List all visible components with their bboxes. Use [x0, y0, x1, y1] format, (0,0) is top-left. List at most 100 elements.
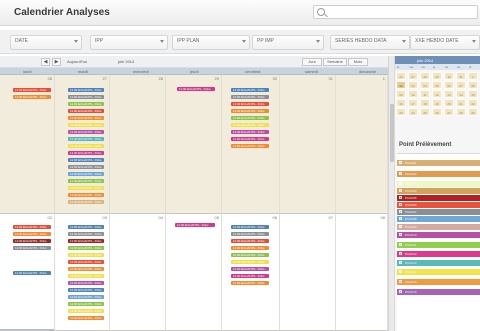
checkbox-icon[interactable] — [399, 172, 402, 175]
legend-item[interactable]: PCAX10 — [397, 232, 480, 238]
event-chip[interactable]: 11:00 ECHANTIL. Pobs — [231, 225, 269, 229]
day-cell[interactable]: 29 — [166, 75, 222, 214]
event-chip[interactable]: 11:00 ECHANTIL. Pobs — [68, 232, 104, 236]
mini-day[interactable]: 13 — [444, 90, 454, 98]
event-chip[interactable]: 11:00 ECHANTIL. Pobs — [68, 179, 104, 183]
mini-day[interactable]: 23 — [396, 108, 406, 116]
legend-item[interactable]: PCAX07 — [397, 209, 480, 215]
event-chip[interactable]: 11:00 ECHANTIL. Pobs — [13, 271, 51, 275]
mini-day[interactable]: 06 — [444, 81, 454, 89]
mini-day[interactable]: 22 — [468, 99, 478, 107]
event-chip[interactable]: 11:00 ECHANTIL. Pobs — [68, 274, 104, 278]
event-chip[interactable]: 11:00 ECHANTIL. Pobs — [231, 274, 269, 278]
event-chip[interactable]: 11:00 ECHANTIL. Pobs — [68, 144, 104, 148]
event-chip[interactable]: 11:00 ECHANTIL. Pobs — [68, 225, 104, 229]
legend-item[interactable]: PCAX15 — [397, 279, 480, 285]
today-button[interactable]: Aujourd'hui — [67, 59, 87, 64]
event-chip[interactable]: 11:00 ECHANTIL. Pobs — [68, 253, 104, 257]
mini-day-selected[interactable]: 02 — [396, 81, 406, 89]
search-input[interactable] — [313, 5, 478, 19]
event-chip[interactable]: 11:00 ECHANTIL. Pobs — [68, 109, 104, 113]
checkbox-icon[interactable] — [399, 182, 402, 185]
event-chip[interactable]: 11:00 ECHANTIL. Pobs — [68, 246, 104, 250]
prev-button[interactable]: ◀ — [41, 58, 50, 66]
event-chip[interactable]: 11:00 ECHANTIL. Pobs — [231, 88, 269, 92]
checkbox-icon[interactable] — [399, 217, 402, 220]
checkbox-icon[interactable] — [399, 233, 402, 236]
event-chip[interactable]: 11:00 ECHANTIL. Pobs — [231, 253, 269, 257]
mini-day[interactable]: 1 — [468, 72, 478, 80]
event-chip[interactable]: 11:00 ECHANTIL. Pobs — [13, 95, 51, 99]
day-cell[interactable]: 07 — [280, 214, 336, 331]
event-chip[interactable]: 11:00 ECHANTIL. Pobs — [68, 302, 104, 306]
event-chip[interactable]: 11:00 ECHANTIL. Pobs — [68, 260, 104, 264]
filter-series-hebdo-data[interactable]: SERIES HEBDO DATA — [330, 35, 410, 50]
event-chip[interactable]: 11:00 ECHANTIL. Pobs — [68, 295, 104, 299]
legend-item[interactable]: PCAX01 — [397, 160, 480, 166]
mini-day[interactable]: 19 — [432, 99, 442, 107]
day-cell[interactable]: 04 — [110, 214, 166, 331]
event-chip[interactable]: 11:00 ECHANTIL. Pobs — [231, 260, 269, 264]
event-chip[interactable]: 11:00 ECHANTIL. Pobs — [231, 130, 269, 134]
checkbox-icon[interactable] — [399, 270, 402, 273]
checkbox-icon[interactable] — [399, 196, 402, 199]
checkbox-icon[interactable] — [399, 161, 402, 164]
checkbox-icon[interactable] — [399, 203, 402, 206]
mini-day[interactable]: 18 — [420, 99, 430, 107]
event-chip[interactable]: 11:00 ECHANTIL. Pobs — [231, 95, 269, 99]
legend-item[interactable]: PCAX05 — [397, 195, 480, 201]
mini-day[interactable]: 29 — [432, 72, 442, 80]
mini-day[interactable]: 09 — [396, 90, 406, 98]
checkbox-icon[interactable] — [399, 261, 402, 264]
event-chip[interactable]: 11:00 ECHANTIL. Pobs — [13, 225, 51, 229]
mini-day[interactable]: 27 — [444, 108, 454, 116]
mini-day[interactable]: 11 — [420, 90, 430, 98]
legend-item[interactable]: PCAX16 — [397, 289, 480, 295]
event-chip[interactable]: 11:00 ECHANTIL. Pobs — [68, 288, 104, 292]
legend-item[interactable]: PCAX13 — [397, 260, 480, 266]
day-cell[interactable]: 31 — [280, 75, 336, 214]
mini-day[interactable]: 25 — [420, 108, 430, 116]
filter-ipp-plan[interactable]: IPP PLAN — [172, 35, 250, 50]
mini-day[interactable]: 08 — [468, 81, 478, 89]
event-chip[interactable]: 11:00 ECHANTIL. Pobs — [68, 316, 104, 320]
next-button[interactable]: ▶ — [52, 58, 61, 66]
legend-item[interactable]: PCAX09 — [397, 224, 480, 230]
checkbox-icon[interactable] — [399, 225, 402, 228]
mini-day[interactable]: 14 — [456, 90, 466, 98]
event-chip[interactable]: 11:00 ECHANTIL. Pobs — [231, 267, 269, 271]
month-view-button[interactable]: Mois — [348, 58, 368, 66]
legend-item[interactable]: PCAX03 — [397, 181, 480, 187]
event-chip[interactable]: 11:00 ECHANTIL. Pobs — [231, 123, 269, 127]
event-chip[interactable]: 11:00 ECHANTIL. Pobs — [231, 116, 269, 120]
event-chip[interactable]: 11:00 ECHANTIL. Pobs — [231, 239, 269, 243]
mini-day[interactable]: 16 — [396, 99, 406, 107]
legend-item[interactable]: PCAX04 — [397, 188, 480, 194]
filter-xxe-hebdo-date[interactable]: XXE HEBDO DATE — [410, 35, 480, 50]
mini-day[interactable]: 29 — [468, 108, 478, 116]
checkbox-icon[interactable] — [399, 243, 402, 246]
event-chip[interactable]: 11:00 ECHANTIL. Pobs — [68, 281, 104, 285]
event-chip[interactable]: 11:00 ECHANTIL. Pobs — [68, 193, 104, 197]
day-cell[interactable]: 1 — [336, 75, 388, 214]
mini-day[interactable]: 26 — [396, 72, 406, 80]
day-cell[interactable]: 28 — [110, 75, 166, 214]
event-chip[interactable]: 11:00 ECHANTIL. Pobs — [68, 158, 104, 162]
mini-day[interactable]: 27 — [408, 72, 418, 80]
legend-item[interactable]: PCAX08 — [397, 216, 480, 222]
mini-day[interactable]: 21 — [456, 99, 466, 107]
event-chip[interactable]: 11:00 ECHANTIL. Pobs — [68, 267, 104, 271]
event-chip[interactable]: 11:00 ECHANTIL. Pobs — [68, 123, 104, 127]
event-chip[interactable]: 11:00 ECHANTIL. Pobs — [231, 281, 269, 285]
checkbox-icon[interactable] — [399, 290, 402, 293]
mini-day[interactable]: 20 — [444, 99, 454, 107]
mini-day[interactable]: 15 — [468, 90, 478, 98]
event-chip[interactable]: 11:00 ECHANTIL. Pobs — [68, 95, 104, 99]
mini-day[interactable]: 07 — [456, 81, 466, 89]
mini-day[interactable]: 28 — [420, 72, 430, 80]
mini-day[interactable]: 17 — [408, 99, 418, 107]
legend-item[interactable]: PCAX02 — [397, 171, 480, 177]
event-chip[interactable]: 11:00 ECHANTIL. Pobs — [231, 102, 269, 106]
mini-day[interactable]: 31 — [456, 72, 466, 80]
event-chip[interactable]: 11:00 ECHANTIL. Pobs — [68, 88, 104, 92]
